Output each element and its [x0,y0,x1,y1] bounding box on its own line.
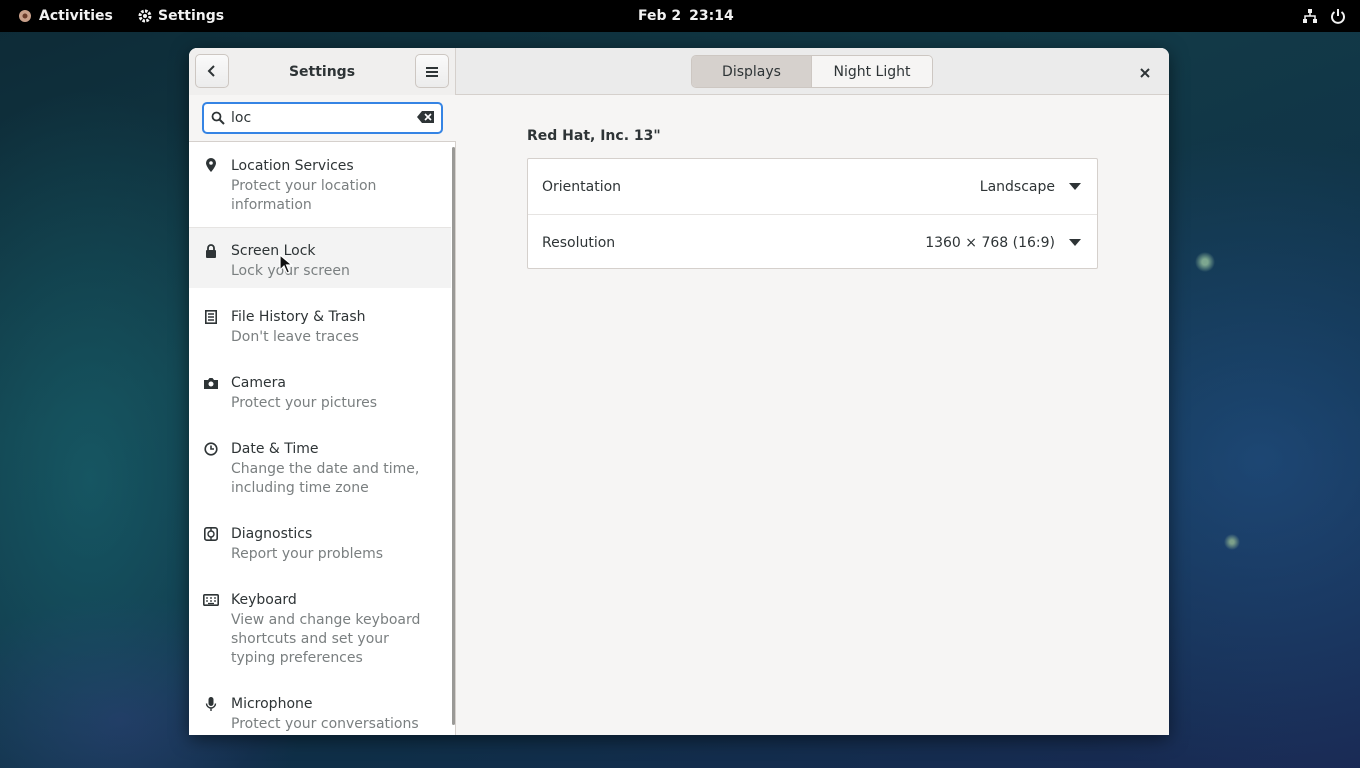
gear-icon [137,8,153,24]
clear-search-icon[interactable] [417,110,435,124]
sidebar-scrollbar[interactable] [452,147,455,725]
diagnostics-icon [203,526,219,542]
clock[interactable]: Feb 2 23:14 [638,0,734,32]
back-button[interactable] [195,54,229,88]
monitor-name: Red Hat, Inc. 13" [527,128,661,144]
hamburger-icon [426,62,438,81]
activities-button[interactable]: Activities [16,0,113,32]
result-location-services[interactable]: Location Services Protect your location … [189,142,451,227]
microphone-icon [203,696,219,712]
camera-icon [203,375,219,391]
orientation-row[interactable]: Orientation Landscape [528,159,1097,214]
view-switcher: Displays Night Light [691,55,933,88]
file-history-icon [203,309,219,325]
result-subtitle: Protect your location information [231,178,377,213]
display-settings-card: Orientation Landscape Resolution 1360 × … [527,158,1098,269]
result-microphone[interactable]: Microphone Protect your conversations [189,681,451,735]
result-subtitle: Protect your pictures [231,395,378,411]
search-input[interactable] [231,110,401,126]
power-icon[interactable] [1330,8,1346,24]
result-title: Keyboard [231,592,297,608]
result-file-history[interactable]: File History & Trash Don't leave traces [189,294,451,360]
result-camera[interactable]: Camera Protect your pictures [189,360,451,426]
close-icon [1140,63,1150,82]
clock-date: Feb 2 [638,8,682,24]
settings-window: Settings Displays Night Light loc Locati… [189,48,1169,735]
lock-icon [203,243,219,259]
result-title: Date & Time [231,441,319,457]
search-icon [211,111,225,125]
sidebar-header: Settings [189,48,456,95]
result-title: Diagnostics [231,526,313,542]
result-screen-lock[interactable]: Screen Lock Lock your screen [189,228,451,288]
close-button[interactable] [1135,62,1155,82]
fedora-logo-icon [16,7,34,25]
tab-displays[interactable]: Displays [692,56,812,87]
result-subtitle: View and change keyboard shortcuts and s… [231,612,421,666]
top-bar: Activities Settings Feb 2 23:14 [0,0,1360,32]
clock-icon [203,441,219,457]
clock-time: 23:14 [689,8,734,24]
chevron-down-icon [1069,181,1081,191]
result-subtitle: Don't leave traces [231,329,359,345]
network-icon[interactable] [1302,8,1318,24]
result-title: File History & Trash [231,309,366,325]
sidebar: Location Services Protect your location … [189,95,456,735]
displays-panel: Red Hat, Inc. 13" Orientation Landscape … [457,95,1169,735]
result-title: Location Services [231,158,354,174]
header-bar: Settings Displays Night Light [189,48,1169,95]
app-menu-label: Settings [158,8,225,24]
search-field[interactable] [202,102,443,134]
result-diagnostics[interactable]: Diagnostics Report your problems [189,511,451,577]
result-subtitle: Lock your screen [231,263,350,279]
resolution-label: Resolution [542,234,616,251]
result-title: Microphone [231,696,313,712]
result-subtitle: Protect your conversations [231,716,419,732]
result-title: Screen Lock [231,243,316,259]
orientation-label: Orientation [542,178,622,195]
search-bar [189,95,456,142]
result-keyboard[interactable]: Keyboard View and change keyboard shortc… [189,577,451,681]
result-subtitle: Change the date and time, including time… [231,461,420,496]
tab-night-light[interactable]: Night Light [812,56,932,87]
menu-button[interactable] [415,54,449,88]
resolution-row[interactable]: Resolution 1360 × 768 (16:9) [528,215,1097,270]
location-pin-icon [203,157,219,173]
result-date-time[interactable]: Date & Time Change the date and time, in… [189,426,451,511]
sidebar-title: Settings [288,63,356,80]
app-menu[interactable]: Settings [137,0,224,32]
result-title: Camera [231,375,286,391]
orientation-value: Landscape [979,178,1055,195]
chevron-down-icon [1069,237,1081,247]
result-subtitle: Report your problems [231,546,384,562]
system-tray[interactable] [1302,0,1346,32]
resolution-value: 1360 × 768 (16:9) [925,234,1055,251]
chevron-left-icon [206,62,218,81]
mouse-cursor-icon [279,254,293,274]
keyboard-icon [203,592,219,608]
activities-label: Activities [39,8,113,24]
